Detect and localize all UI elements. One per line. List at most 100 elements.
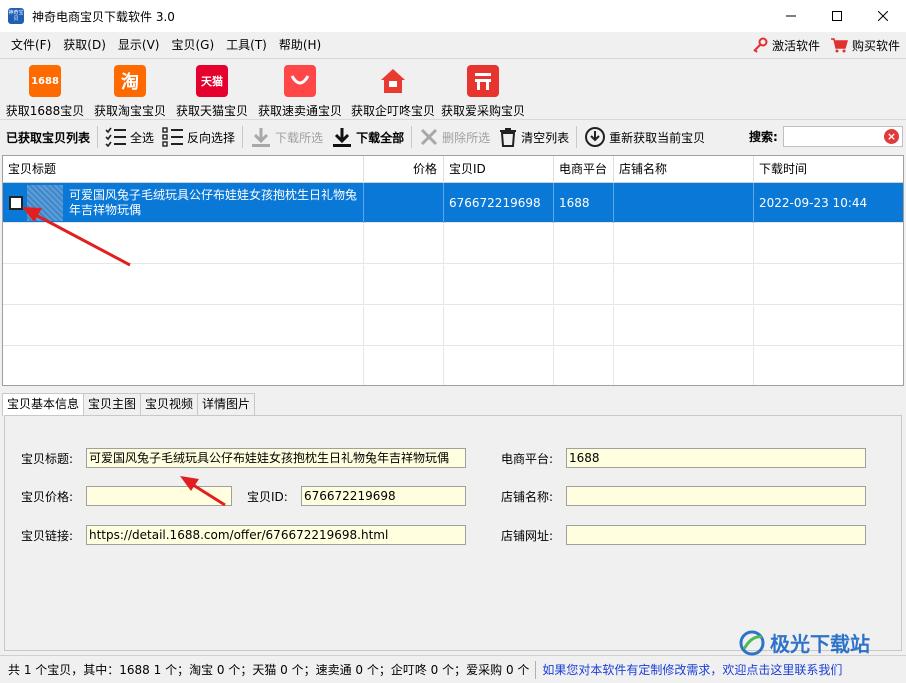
download-icon bbox=[252, 128, 271, 147]
cell-price bbox=[364, 183, 444, 223]
activate-label: 激活软件 bbox=[771, 38, 820, 53]
contact-link[interactable]: 如果您对本软件有定制修改需求，欢迎点击这里联系我们 bbox=[542, 661, 842, 678]
clear-search-icon[interactable]: × bbox=[884, 129, 899, 144]
menu-bar: 文件(F) 获取(D) 显示(V) 宝贝(G) 工具(T) 帮助(H) 激活软件… bbox=[0, 32, 906, 58]
column-header-time[interactable]: 下载时间 bbox=[754, 156, 903, 183]
delete-selected-button[interactable]: 删除所选 bbox=[415, 121, 494, 153]
invert-selection-label: 反向选择 bbox=[187, 130, 236, 145]
fetch-1688-button[interactable]: 1688 获取1688宝贝 bbox=[0, 59, 90, 119]
toolbar-divider bbox=[411, 126, 413, 148]
buy-label: 购买软件 bbox=[851, 38, 900, 53]
shop-name-field[interactable] bbox=[566, 486, 866, 506]
status-summary: 共 1 个宝贝，其中：1688 1 个；淘宝 0 个；天猫 0 个；速卖通 0 … bbox=[8, 663, 530, 677]
house-icon bbox=[377, 65, 409, 97]
maximize-button[interactable] bbox=[814, 0, 860, 32]
platform-toolbar: 1688 获取1688宝贝 淘 获取淘宝宝贝 天猫 获取天猫宝贝 获取速卖通宝贝… bbox=[0, 58, 906, 120]
fetch-1688-label: 获取1688宝贝 bbox=[5, 104, 85, 118]
shop-url-field[interactable] bbox=[566, 525, 866, 545]
watermark: 极光下载站 bbox=[738, 628, 870, 657]
menu-help[interactable]: 帮助(H) bbox=[273, 32, 327, 58]
download-all-button[interactable]: 下载全部 bbox=[327, 121, 408, 153]
empty-row bbox=[3, 224, 903, 264]
fetch-aicaigou-button[interactable]: 获取爱采购宝贝 bbox=[440, 59, 526, 119]
title-bar: 神奇宝贝 神奇电商宝贝下载软件 3.0 bbox=[0, 0, 906, 32]
watermark-text: 极光下载站 bbox=[770, 632, 870, 656]
window-title: 神奇电商宝贝下载软件 3.0 bbox=[32, 9, 175, 24]
app-logo-icon: 神奇宝贝 bbox=[8, 8, 24, 24]
column-header-platform[interactable]: 电商平台 bbox=[554, 156, 614, 183]
column-header-shop[interactable]: 店铺名称 bbox=[614, 156, 754, 183]
toolbar-divider bbox=[97, 126, 99, 148]
link-field-label: 宝贝链接: bbox=[21, 529, 74, 543]
close-button[interactable] bbox=[860, 0, 906, 32]
close-icon bbox=[878, 11, 888, 21]
item-table: 宝贝标题 价格 宝贝ID 电商平台 店铺名称 下载时间 可爱国风兔子毛绒玩具公仔… bbox=[2, 155, 904, 386]
menu-tools[interactable]: 工具(T) bbox=[220, 32, 273, 58]
download-selected-button[interactable]: 下载所选 bbox=[246, 121, 327, 153]
refetch-label: 重新获取当前宝贝 bbox=[609, 130, 706, 145]
clear-list-button[interactable]: 清空列表 bbox=[494, 121, 573, 153]
menu-view[interactable]: 显示(V) bbox=[112, 32, 166, 58]
row-checkbox[interactable] bbox=[9, 196, 23, 210]
tab-basic-info[interactable]: 宝贝基本信息 bbox=[2, 393, 85, 416]
checklist-icon bbox=[105, 127, 127, 147]
buy-button[interactable]: 购买软件 bbox=[830, 37, 900, 54]
shop-url-field-label: 店铺网址: bbox=[501, 529, 554, 543]
price-field[interactable] bbox=[86, 486, 232, 506]
table-row[interactable]: 可爱国风兔子毛绒玩具公仔布娃娃女孩抱枕生日礼物兔年吉祥物玩偶 676672219… bbox=[3, 183, 903, 223]
link-field[interactable]: https://detail.1688.com/offer/6766722196… bbox=[86, 525, 466, 545]
fetch-taobao-label: 获取淘宝宝贝 bbox=[93, 104, 166, 118]
fetch-tmall-button[interactable]: 天猫 获取天猫宝贝 bbox=[170, 59, 254, 119]
minimize-icon bbox=[786, 15, 796, 17]
search-input[interactable]: × bbox=[783, 126, 903, 147]
cell-shop bbox=[614, 183, 754, 223]
cell-title: 可爱国风兔子毛绒玩具公仔布娃娃女孩抱枕生日礼物兔年吉祥物玩偶 bbox=[3, 183, 364, 223]
column-header-id[interactable]: 宝贝ID bbox=[444, 156, 554, 183]
fetch-qidingdong-button[interactable]: 获取企叮咚宝贝 bbox=[346, 59, 440, 119]
select-all-label: 全选 bbox=[130, 130, 155, 145]
id-field[interactable]: 676672219698 bbox=[301, 486, 466, 506]
cell-time: 2022-09-23 10:44 bbox=[759, 196, 868, 210]
cell-id: 676672219698 bbox=[444, 183, 554, 223]
tmall-icon: 天猫 bbox=[196, 65, 228, 97]
table-header: 宝贝标题 价格 宝贝ID 电商平台 店铺名称 下载时间 bbox=[3, 156, 903, 183]
item-thumbnail bbox=[27, 185, 63, 221]
select-all-button[interactable]: 全选 bbox=[101, 121, 158, 153]
tab-detail-images[interactable]: 详情图片 bbox=[197, 393, 256, 415]
fetch-taobao-button[interactable]: 淘 获取淘宝宝贝 bbox=[90, 59, 170, 119]
refetch-button[interactable]: 重新获取当前宝贝 bbox=[580, 121, 709, 153]
menu-file[interactable]: 文件(F) bbox=[5, 32, 57, 58]
fetch-aliexpress-button[interactable]: 获取速卖通宝贝 bbox=[254, 59, 346, 119]
delete-selected-label: 删除所选 bbox=[442, 130, 491, 145]
title-field-label: 宝贝标题: bbox=[21, 452, 74, 466]
download-selected-label: 下载所选 bbox=[275, 130, 324, 145]
invert-selection-button[interactable]: 反向选择 bbox=[158, 121, 239, 153]
tab-main-images[interactable]: 宝贝主图 bbox=[83, 393, 142, 415]
platform-field[interactable]: 1688 bbox=[566, 448, 866, 468]
fetch-tmall-label: 获取天猫宝贝 bbox=[175, 104, 248, 118]
list-toolbar: 已获取宝贝列表 全选 反向选择 下载所选 下载全部 删除所选 清空列表 重新获取… bbox=[0, 121, 906, 153]
status-bar: 共 1 个宝贝，其中：1688 1 个；淘宝 0 个；天猫 0 个；速卖通 0 … bbox=[0, 655, 906, 683]
title-field[interactable]: 可爱国风兔子毛绒玩具公仔布娃娃女孩抱枕生日礼物兔年吉祥物玩偶 bbox=[86, 448, 466, 468]
fetch-aicaigou-label: 获取爱采购宝贝 bbox=[440, 104, 525, 118]
activate-button[interactable]: 激活软件 bbox=[752, 37, 820, 54]
download-all-label: 下载全部 bbox=[356, 130, 405, 145]
status-divider bbox=[535, 660, 537, 679]
list-bullet-icon bbox=[162, 127, 184, 147]
tab-videos[interactable]: 宝贝视频 bbox=[140, 393, 199, 415]
menu-item[interactable]: 宝贝(G) bbox=[165, 32, 220, 58]
column-header-price[interactable]: 价格 bbox=[364, 156, 444, 183]
menu-fetch[interactable]: 获取(D) bbox=[57, 32, 112, 58]
price-field-label: 宝贝价格: bbox=[21, 490, 74, 504]
toolbar-divider bbox=[576, 126, 578, 148]
fetch-qidingdong-label: 获取企叮咚宝贝 bbox=[350, 104, 435, 118]
column-header-title[interactable]: 宝贝标题 bbox=[3, 156, 364, 183]
minimize-button[interactable] bbox=[768, 0, 814, 32]
cell-platform: 1688 bbox=[554, 183, 614, 223]
delete-x-icon bbox=[421, 128, 438, 146]
cart-icon bbox=[830, 38, 848, 53]
empty-row bbox=[3, 306, 903, 346]
row-title-text: 可爱国风兔子毛绒玩具公仔布娃娃女孩抱枕生日礼物兔年吉祥物玩偶 bbox=[69, 188, 358, 217]
maximize-icon bbox=[832, 11, 842, 21]
aicaigou-icon bbox=[467, 65, 499, 97]
